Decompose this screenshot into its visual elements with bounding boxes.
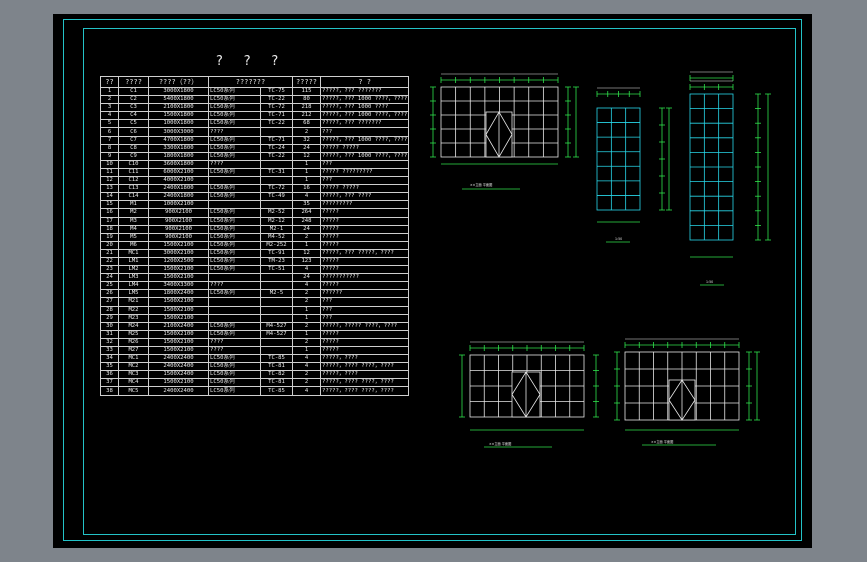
elevation-b-frame (596, 107, 641, 211)
elevation-drawings: ××立面 平面图 ××立面 平面图 ××立面 平面图 1:50 1:50 (430, 71, 771, 448)
scale-tag-2: 1:50 (706, 280, 713, 284)
scale-tag-1: 1:50 (615, 237, 622, 241)
elevation-label-a: ××立面 平面图 (470, 182, 492, 187)
elevation-label-c: ××立面 平面图 (651, 439, 673, 444)
elevation-label-b: ××立面 平面图 (489, 441, 511, 446)
